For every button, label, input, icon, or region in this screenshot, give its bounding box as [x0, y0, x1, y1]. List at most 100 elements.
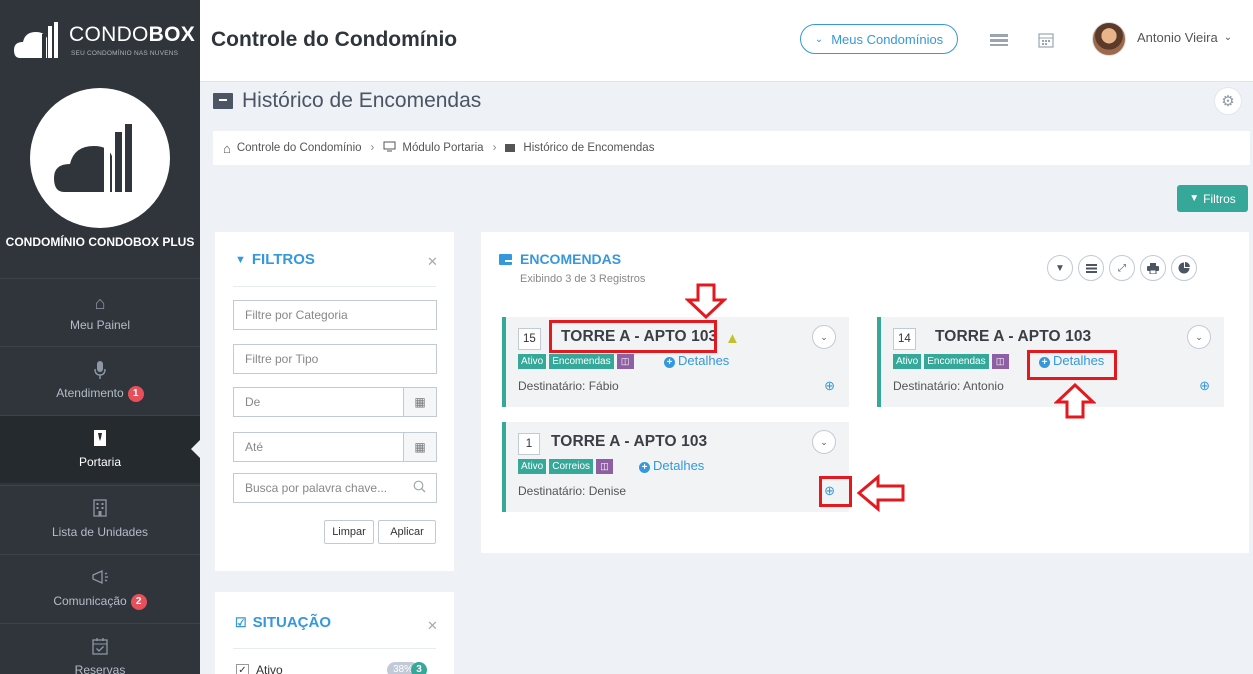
date-to-placeholder: Até: [245, 440, 264, 454]
print-icon[interactable]: [1140, 255, 1166, 281]
home-icon: ⌂: [94, 293, 106, 313]
close-icon[interactable]: ✕: [427, 254, 438, 270]
microphone-icon: [89, 360, 111, 382]
checkbox-icon: ☑: [235, 614, 247, 630]
note-icon[interactable]: ◫: [616, 354, 634, 369]
chevron-down-icon[interactable]: ⌄: [1187, 325, 1211, 349]
sidebar-item-meu-painel[interactable]: ⌂ Meu Painel: [0, 278, 200, 346]
apply-filters-button[interactable]: Aplicar: [378, 520, 436, 544]
pie-chart-icon[interactable]: [1171, 255, 1197, 281]
details-link[interactable]: + Detalhes: [639, 458, 704, 473]
list-view-icon[interactable]: [989, 30, 1009, 50]
breadcrumb-item[interactable]: Controle do Condomínio: [237, 142, 362, 154]
category-filter-input[interactable]: Filtre por Categoria: [233, 300, 437, 330]
situation-panel: ☑ SITUAÇÃO ✕ ✓ Ativo 38% 3: [215, 592, 454, 674]
chevron-down-icon: ⌄: [1223, 32, 1233, 43]
filter-icon: ▼: [235, 253, 246, 266]
user-name-label: Antonio Vieira: [1137, 30, 1218, 45]
chevron-down-icon: ⌄: [814, 33, 824, 45]
package-title[interactable]: TORRE A - APTO 103: [551, 433, 707, 451]
situation-title-text: SITUAÇÃO: [252, 614, 331, 631]
breadcrumb-item[interactable]: Módulo Portaria: [402, 142, 483, 154]
sidebar-item-atendimento[interactable]: Atendimento 1: [0, 346, 200, 414]
situation-ativo-checkbox[interactable]: ✓: [236, 664, 249, 674]
sidebar-item-label: Comunicação: [53, 594, 127, 609]
caret-down-icon[interactable]: ▼: [1047, 255, 1073, 281]
monitor-icon: [383, 141, 396, 155]
details-label: Detalhes: [678, 353, 730, 368]
date-to-input[interactable]: Até ▦: [233, 432, 437, 462]
gear-icon[interactable]: ⚙: [1214, 87, 1242, 115]
category-tag: Encomendas: [924, 354, 989, 369]
status-tag: Ativo: [893, 354, 922, 369]
note-icon[interactable]: ◫: [991, 354, 1009, 369]
search-icon: [413, 480, 426, 496]
download-icon[interactable]: ⊕: [1199, 378, 1210, 394]
status-tag: Ativo: [518, 459, 547, 474]
sidebar-item-comunicacao[interactable]: Comunicação 2: [0, 554, 200, 622]
sidebar-item-reservas[interactable]: Reservas: [0, 623, 200, 674]
archive-icon: [499, 253, 513, 265]
category-filter-placeholder: Filtre por Categoria: [245, 308, 348, 322]
sidebar-item-label: Lista de Unidades: [51, 525, 149, 539]
megaphone-icon: [89, 568, 111, 590]
chevron-right-icon: ›: [492, 142, 497, 154]
keyword-search-input[interactable]: Busca por palavra chave...: [233, 473, 437, 503]
sidebar-item-portaria[interactable]: Portaria: [0, 415, 200, 483]
date-from-placeholder: De: [245, 395, 261, 409]
type-filter-placeholder: Filtre por Tipo: [245, 352, 319, 366]
plus-circle-icon: +: [639, 462, 650, 473]
package-card[interactable]: 1 TORRE A - APTO 103 ⌄ Ativo Correios ◫ …: [502, 422, 849, 512]
building-icon: [89, 499, 111, 521]
chevron-down-icon[interactable]: ⌄: [812, 325, 836, 349]
package-title[interactable]: TORRE A - APTO 103: [935, 328, 1091, 346]
sidebar-item-lista-unidades[interactable]: Lista de Unidades: [0, 485, 200, 553]
top-header: CONDOBOX SEU CONDOMÍNIO NAS NUVENS Contr…: [0, 0, 1253, 82]
calendar-icon[interactable]: ▦: [403, 433, 436, 461]
details-label: Detalhes: [653, 458, 705, 473]
brand-logo[interactable]: CONDOBOX SEU CONDOMÍNIO NAS NUVENS: [0, 0, 200, 82]
package-number: 1: [518, 433, 540, 455]
annotation-highlight-title: [549, 320, 717, 353]
type-filter-input[interactable]: Filtre por Tipo: [233, 344, 437, 374]
status-tag: Ativo: [518, 354, 547, 369]
logo-brand-bold: BOX: [148, 23, 196, 46]
calendar-icon[interactable]: ▦: [403, 388, 436, 416]
filters-title-text: FILTROS: [251, 251, 315, 268]
calendar-icon[interactable]: [1036, 30, 1056, 50]
date-from-input[interactable]: De ▦: [233, 387, 437, 417]
filters-button-label: Filtros: [1203, 191, 1236, 206]
sidebar-item-label: Atendimento: [56, 386, 124, 401]
filters-toggle-button[interactable]: ▼ Filtros: [1177, 185, 1248, 212]
warning-icon: ▲: [725, 330, 740, 347]
user-menu[interactable]: Antonio Vieira ⌄: [1137, 30, 1232, 45]
note-icon[interactable]: ◫: [596, 459, 614, 474]
my-condos-button[interactable]: ⌄ Meus Condomínios: [800, 24, 958, 54]
calendar-check-icon: [89, 637, 111, 659]
package-tags: Ativo Correios ◫: [518, 459, 614, 474]
recipient: Destinatário: Fábio: [518, 379, 619, 393]
divider: [233, 648, 436, 649]
my-condos-label: Meus Condomínios: [831, 31, 944, 47]
chevron-right-icon: ›: [370, 142, 375, 154]
expand-icon[interactable]: ⤢: [1109, 255, 1135, 281]
clear-filters-button[interactable]: Limpar: [324, 520, 374, 544]
encomendas-title-text: ENCOMENDAS: [520, 251, 622, 267]
app-title: Controle do Condomínio: [211, 28, 458, 51]
recipient: Destinatário: Denise: [518, 484, 627, 498]
details-link[interactable]: + Detalhes: [664, 353, 729, 368]
condobox-logo-icon: [14, 22, 58, 58]
page-title: Histórico de Encomendas: [213, 89, 481, 113]
doorman-icon: [89, 429, 111, 451]
records-count: Exibindo 3 de 3 Registros: [520, 273, 646, 285]
download-icon[interactable]: ⊕: [824, 378, 835, 394]
close-icon[interactable]: ✕: [427, 618, 438, 634]
breadcrumb: ⌂ Controle do Condomínio › Módulo Portar…: [213, 131, 1250, 165]
home-outline-icon: ⌂: [223, 140, 231, 156]
filter-icon: ▼: [1189, 193, 1200, 204]
user-avatar[interactable]: [1092, 22, 1126, 56]
condo-logo: [30, 88, 170, 228]
chevron-down-icon[interactable]: ⌄: [812, 430, 836, 454]
sidebar-item-label: Reservas: [74, 663, 126, 674]
list-icon[interactable]: [1078, 255, 1104, 281]
